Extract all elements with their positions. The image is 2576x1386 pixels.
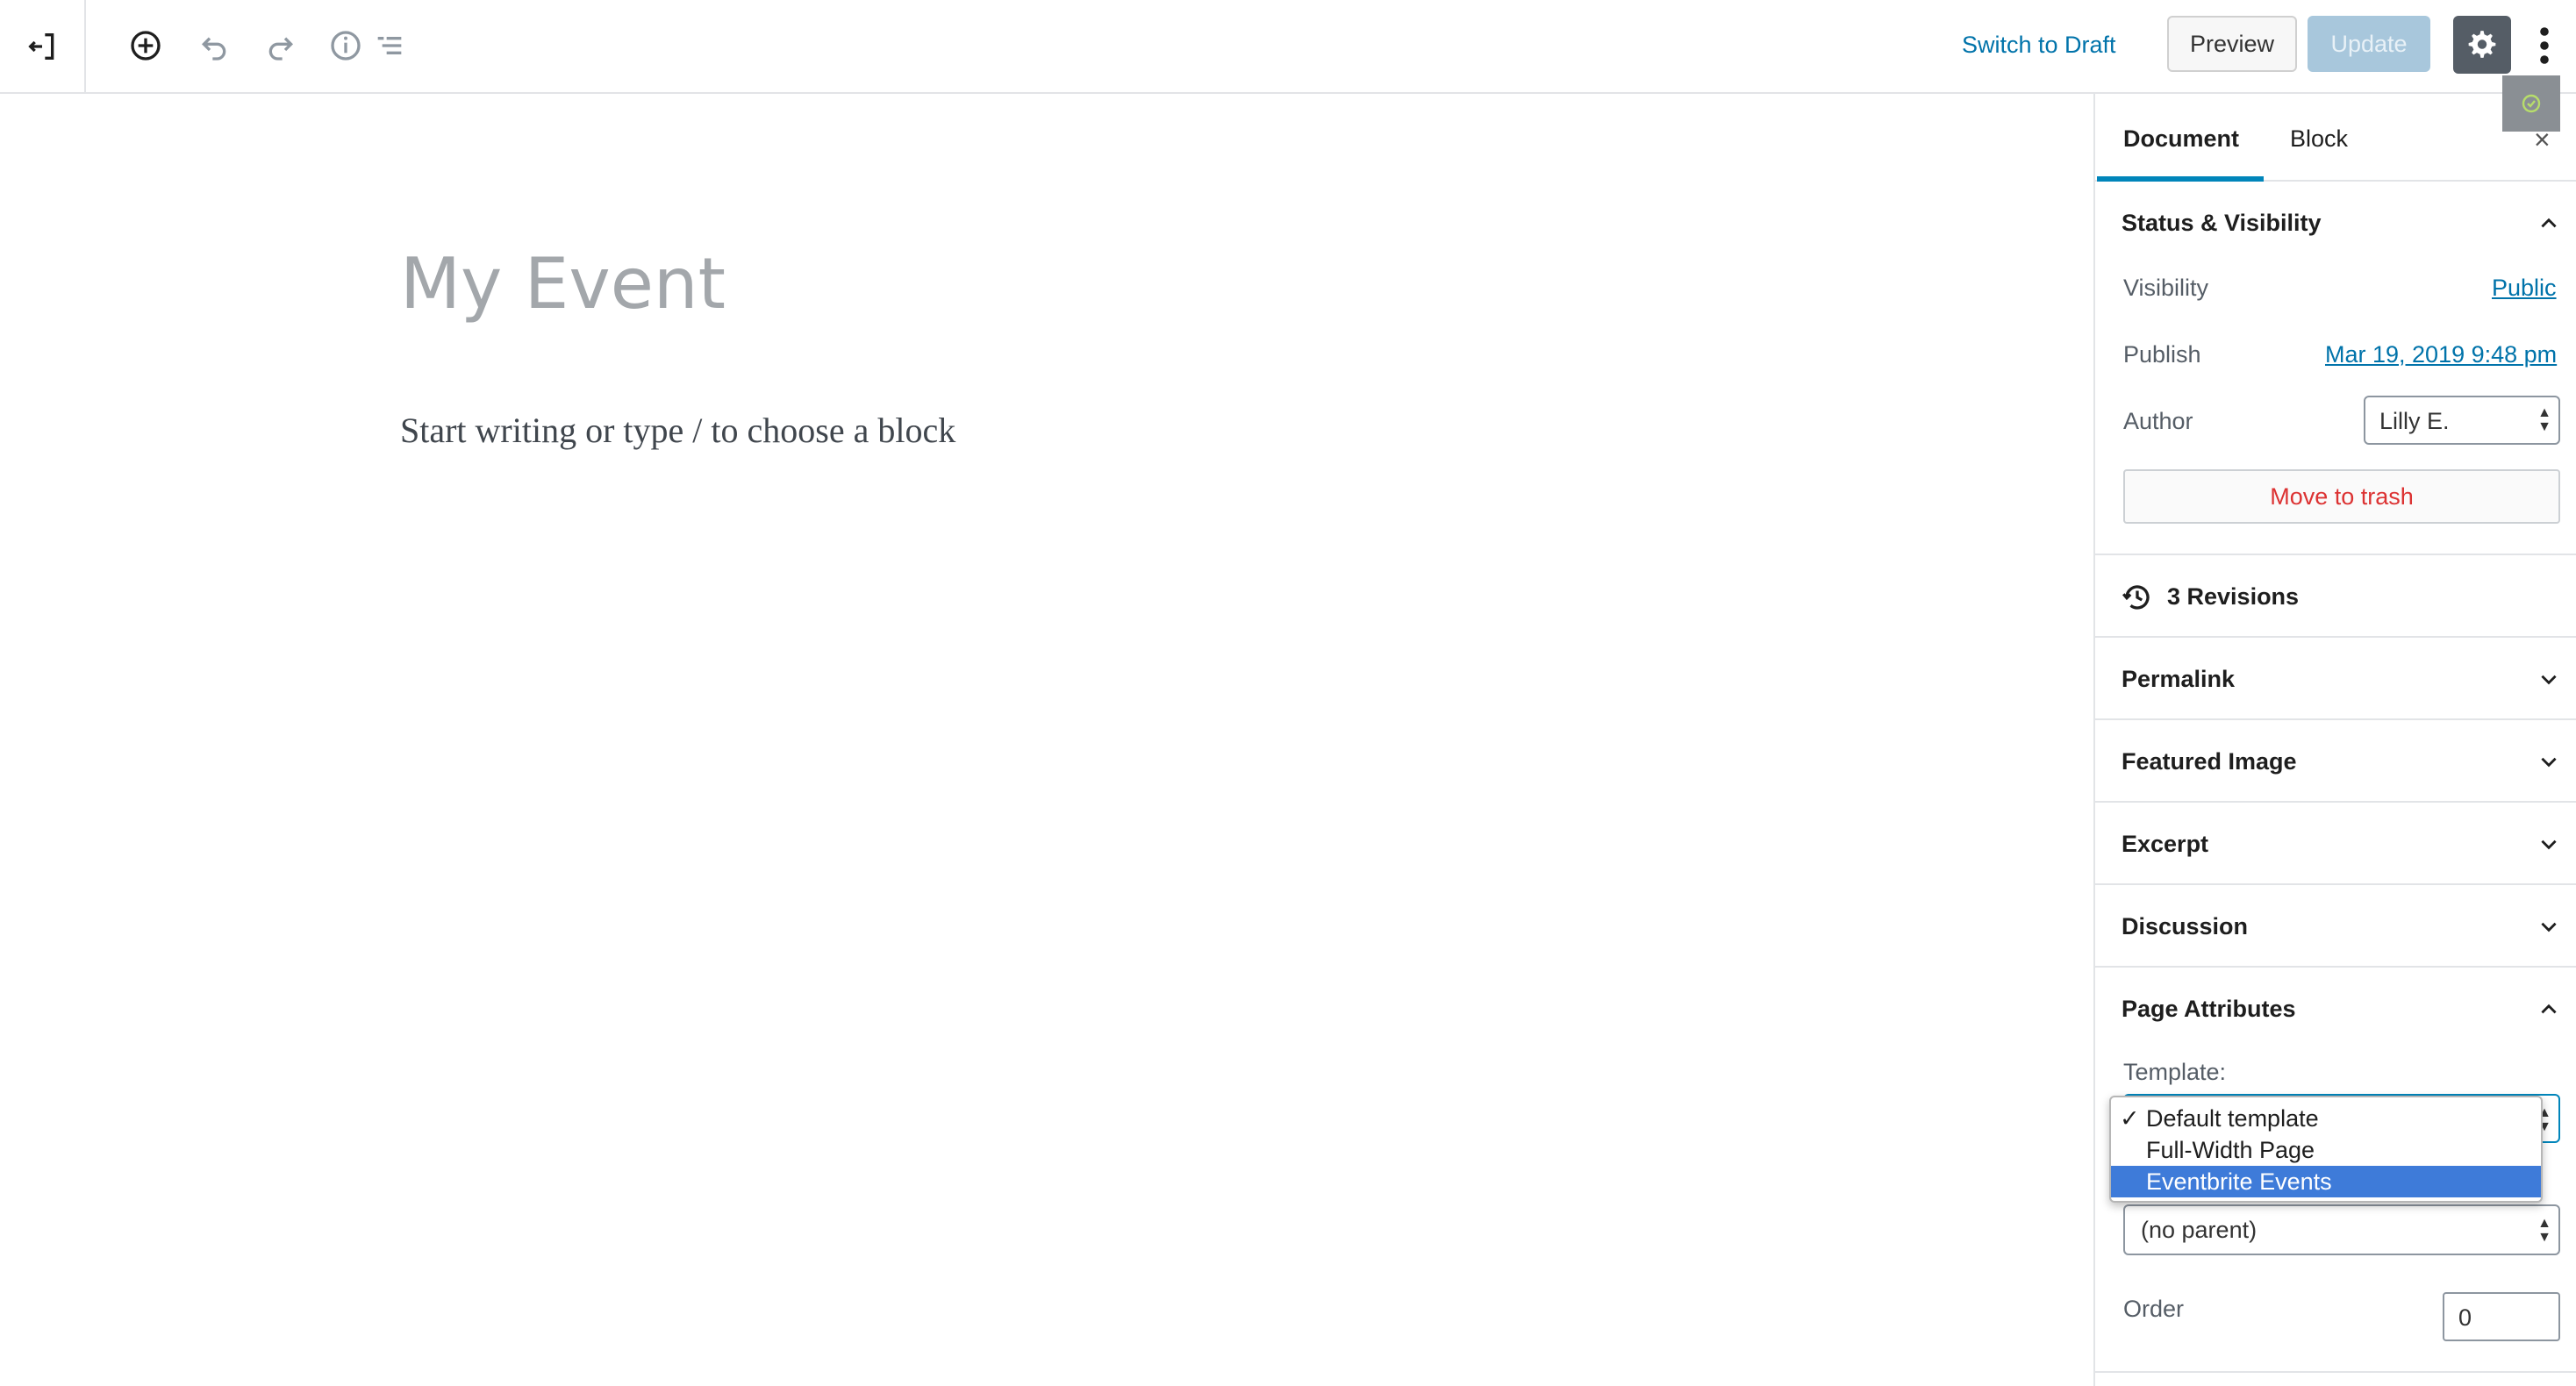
exit-icon bbox=[28, 32, 54, 60]
block-navigation-button[interactable] bbox=[370, 26, 409, 65]
block-placeholder[interactable]: Start writing or type / to choose a bloc… bbox=[400, 410, 955, 451]
chevron-up-icon bbox=[2541, 218, 2557, 228]
top-toolbar: Switch to Draft Preview Update bbox=[0, 0, 2576, 94]
visibility-label: Visibility bbox=[2123, 275, 2209, 301]
order-input[interactable]: 0 bbox=[2443, 1292, 2560, 1341]
author-label: Author bbox=[2123, 408, 2193, 434]
status-indicator bbox=[2502, 75, 2560, 132]
revisions-link[interactable]: 3 Revisions bbox=[2095, 554, 2576, 636]
list-icon bbox=[377, 37, 402, 54]
option-label: Eventbrite Events bbox=[2146, 1168, 2332, 1195]
undo-icon bbox=[201, 37, 226, 61]
tab-block[interactable]: Block bbox=[2290, 125, 2348, 153]
visibility-link[interactable]: Public bbox=[2492, 275, 2557, 302]
select-arrows-icon: ▲ ▼ bbox=[2537, 1216, 2551, 1245]
more-menu-button[interactable] bbox=[2527, 19, 2562, 72]
template-option-default[interactable]: ✓ Default template bbox=[2111, 1103, 2541, 1134]
author-value: Lilly E. bbox=[2379, 408, 2450, 434]
option-label: Full-Width Page bbox=[2146, 1137, 2315, 1163]
move-to-trash-button[interactable]: Move to trash bbox=[2123, 469, 2560, 524]
post-title[interactable]: My Event bbox=[400, 243, 726, 325]
panel-page-attributes[interactable]: Page Attributes bbox=[2095, 966, 2576, 1048]
content-info-button[interactable] bbox=[326, 26, 365, 65]
parent-page-select[interactable]: (no parent) ▲ ▼ bbox=[2123, 1204, 2560, 1255]
divider bbox=[2095, 1371, 2576, 1373]
preview-button[interactable]: Preview bbox=[2167, 16, 2297, 72]
back-to-posts-button[interactable] bbox=[0, 0, 86, 92]
info-icon bbox=[331, 31, 361, 61]
template-label: Template: bbox=[2123, 1059, 2227, 1085]
panel-title: Excerpt bbox=[2122, 831, 2209, 857]
settings-sidebar: Document Block × Status & Visibility Vis… bbox=[2093, 94, 2576, 1386]
revisions-label: 3 Revisions bbox=[2167, 583, 2300, 610]
plus-circle-icon bbox=[131, 31, 161, 61]
more-vertical-icon bbox=[2540, 27, 2549, 64]
chevron-down-icon bbox=[2541, 839, 2557, 850]
redo-icon bbox=[268, 37, 294, 61]
publish-label: Publish bbox=[2123, 341, 2201, 368]
template-option-full-width[interactable]: Full-Width Page bbox=[2111, 1134, 2541, 1166]
chevron-down-icon bbox=[2541, 757, 2557, 768]
check-circle-icon bbox=[2522, 94, 2541, 113]
add-block-button[interactable] bbox=[126, 26, 165, 65]
template-dropdown: ✓ Default template Full-Width Page Event… bbox=[2109, 1096, 2543, 1203]
panel-discussion[interactable]: Discussion bbox=[2095, 883, 2576, 966]
template-option-eventbrite[interactable]: Eventbrite Events bbox=[2111, 1166, 2541, 1197]
chevron-down-icon bbox=[2541, 922, 2557, 932]
option-label: Default template bbox=[2146, 1105, 2319, 1132]
panel-title: Discussion bbox=[2122, 913, 2249, 939]
redo-button[interactable] bbox=[261, 26, 300, 65]
update-button[interactable]: Update bbox=[2308, 16, 2430, 72]
order-label: Order bbox=[2123, 1296, 2185, 1322]
panel-excerpt[interactable]: Excerpt bbox=[2095, 801, 2576, 883]
tab-document[interactable]: Document bbox=[2123, 125, 2239, 153]
panel-title: Permalink bbox=[2122, 666, 2236, 692]
publish-date-link[interactable]: Mar 19, 2019 9:48 pm bbox=[2325, 341, 2557, 368]
switch-to-draft-button[interactable]: Switch to Draft bbox=[1962, 32, 2116, 59]
panel-status-visibility[interactable]: Status & Visibility bbox=[2095, 182, 2576, 264]
history-icon bbox=[2122, 585, 2150, 610]
chevron-down-icon bbox=[2541, 675, 2557, 685]
panel-permalink[interactable]: Permalink bbox=[2095, 636, 2576, 718]
check-icon: ✓ bbox=[2120, 1105, 2140, 1132]
undo-button[interactable] bbox=[195, 26, 233, 65]
editor-canvas: My Event Start writing or type / to choo… bbox=[0, 94, 2093, 1386]
panel-title: Status & Visibility bbox=[2122, 210, 2322, 236]
parent-value: (no parent) bbox=[2141, 1217, 2258, 1243]
author-select[interactable]: Lilly E. ▲ ▼ bbox=[2364, 396, 2560, 445]
settings-button[interactable] bbox=[2453, 16, 2511, 74]
gear-icon bbox=[2468, 31, 2496, 58]
chevron-up-icon bbox=[2541, 1004, 2557, 1014]
panel-title: Page Attributes bbox=[2122, 996, 2296, 1022]
panel-featured-image[interactable]: Featured Image bbox=[2095, 718, 2576, 801]
select-arrows-icon: ▲ ▼ bbox=[2537, 405, 2551, 434]
panel-title: Featured Image bbox=[2122, 748, 2297, 775]
